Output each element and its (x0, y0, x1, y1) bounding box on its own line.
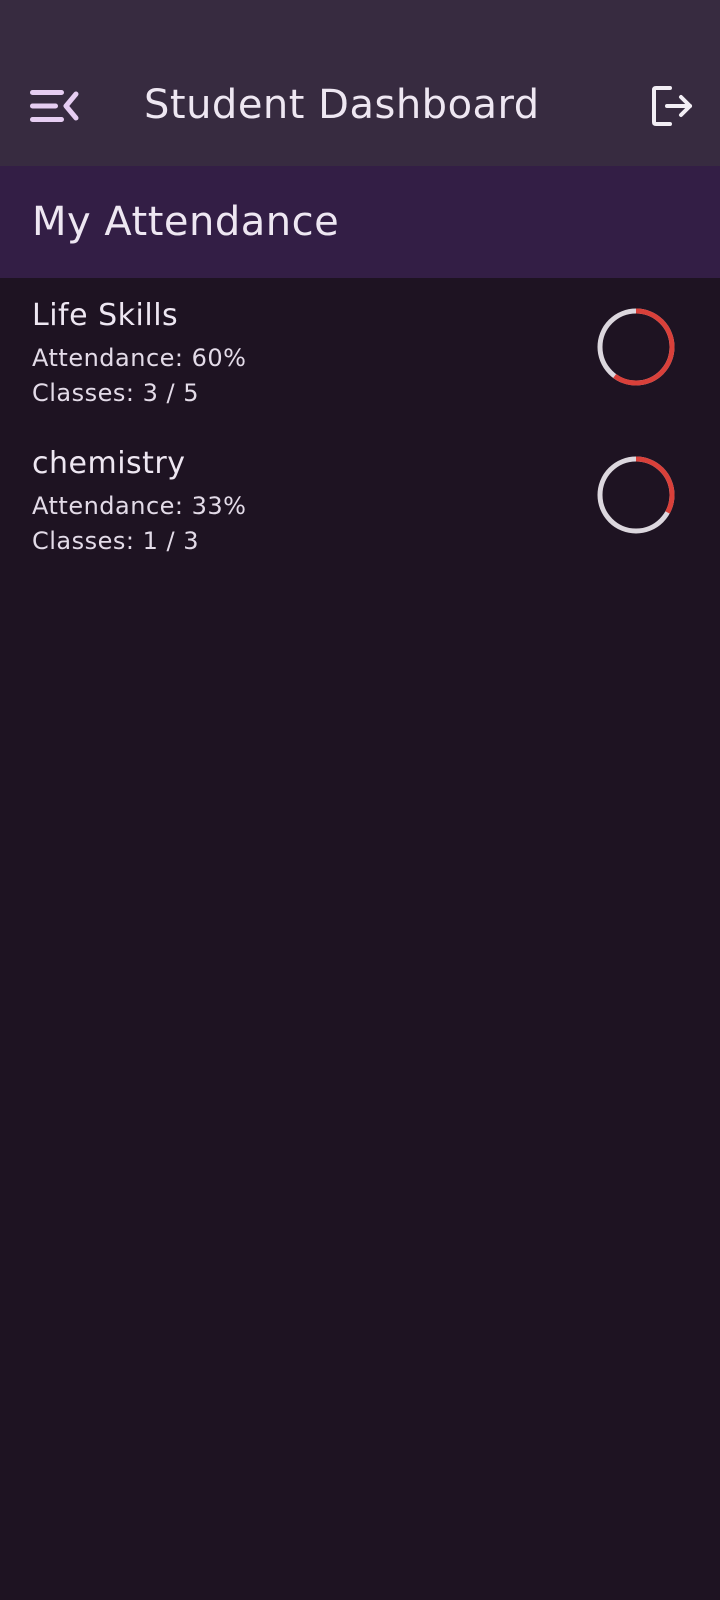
course-name: chemistry (32, 446, 186, 481)
list-item[interactable]: Life Skills Attendance: 60% Classes: 3 /… (0, 278, 720, 426)
course-attendance: Attendance: 33% (32, 492, 247, 520)
list-item[interactable]: chemistry Attendance: 33% Classes: 1 / 3 (0, 426, 720, 574)
attendance-progress-ring (597, 456, 675, 534)
section-title: My Attendance (32, 199, 340, 245)
logout-button[interactable] (648, 82, 696, 130)
attendance-progress-ring (597, 308, 675, 386)
course-list: Life Skills Attendance: 60% Classes: 3 /… (0, 278, 720, 574)
menu-button[interactable] (26, 78, 82, 134)
logout-icon (652, 86, 692, 126)
section-header: My Attendance (0, 166, 720, 278)
page-title: Student Dashboard (144, 82, 540, 128)
course-name: Life Skills (32, 298, 179, 333)
course-attendance: Attendance: 60% (32, 344, 247, 372)
course-classes: Classes: 1 / 3 (32, 527, 200, 555)
app-screen: Student Dashboard My Attendance Life Ski… (0, 0, 720, 1600)
app-bar: Student Dashboard (0, 44, 720, 166)
course-classes: Classes: 3 / 5 (32, 379, 200, 407)
status-bar (0, 0, 720, 74)
menu-collapse-icon (30, 90, 79, 122)
